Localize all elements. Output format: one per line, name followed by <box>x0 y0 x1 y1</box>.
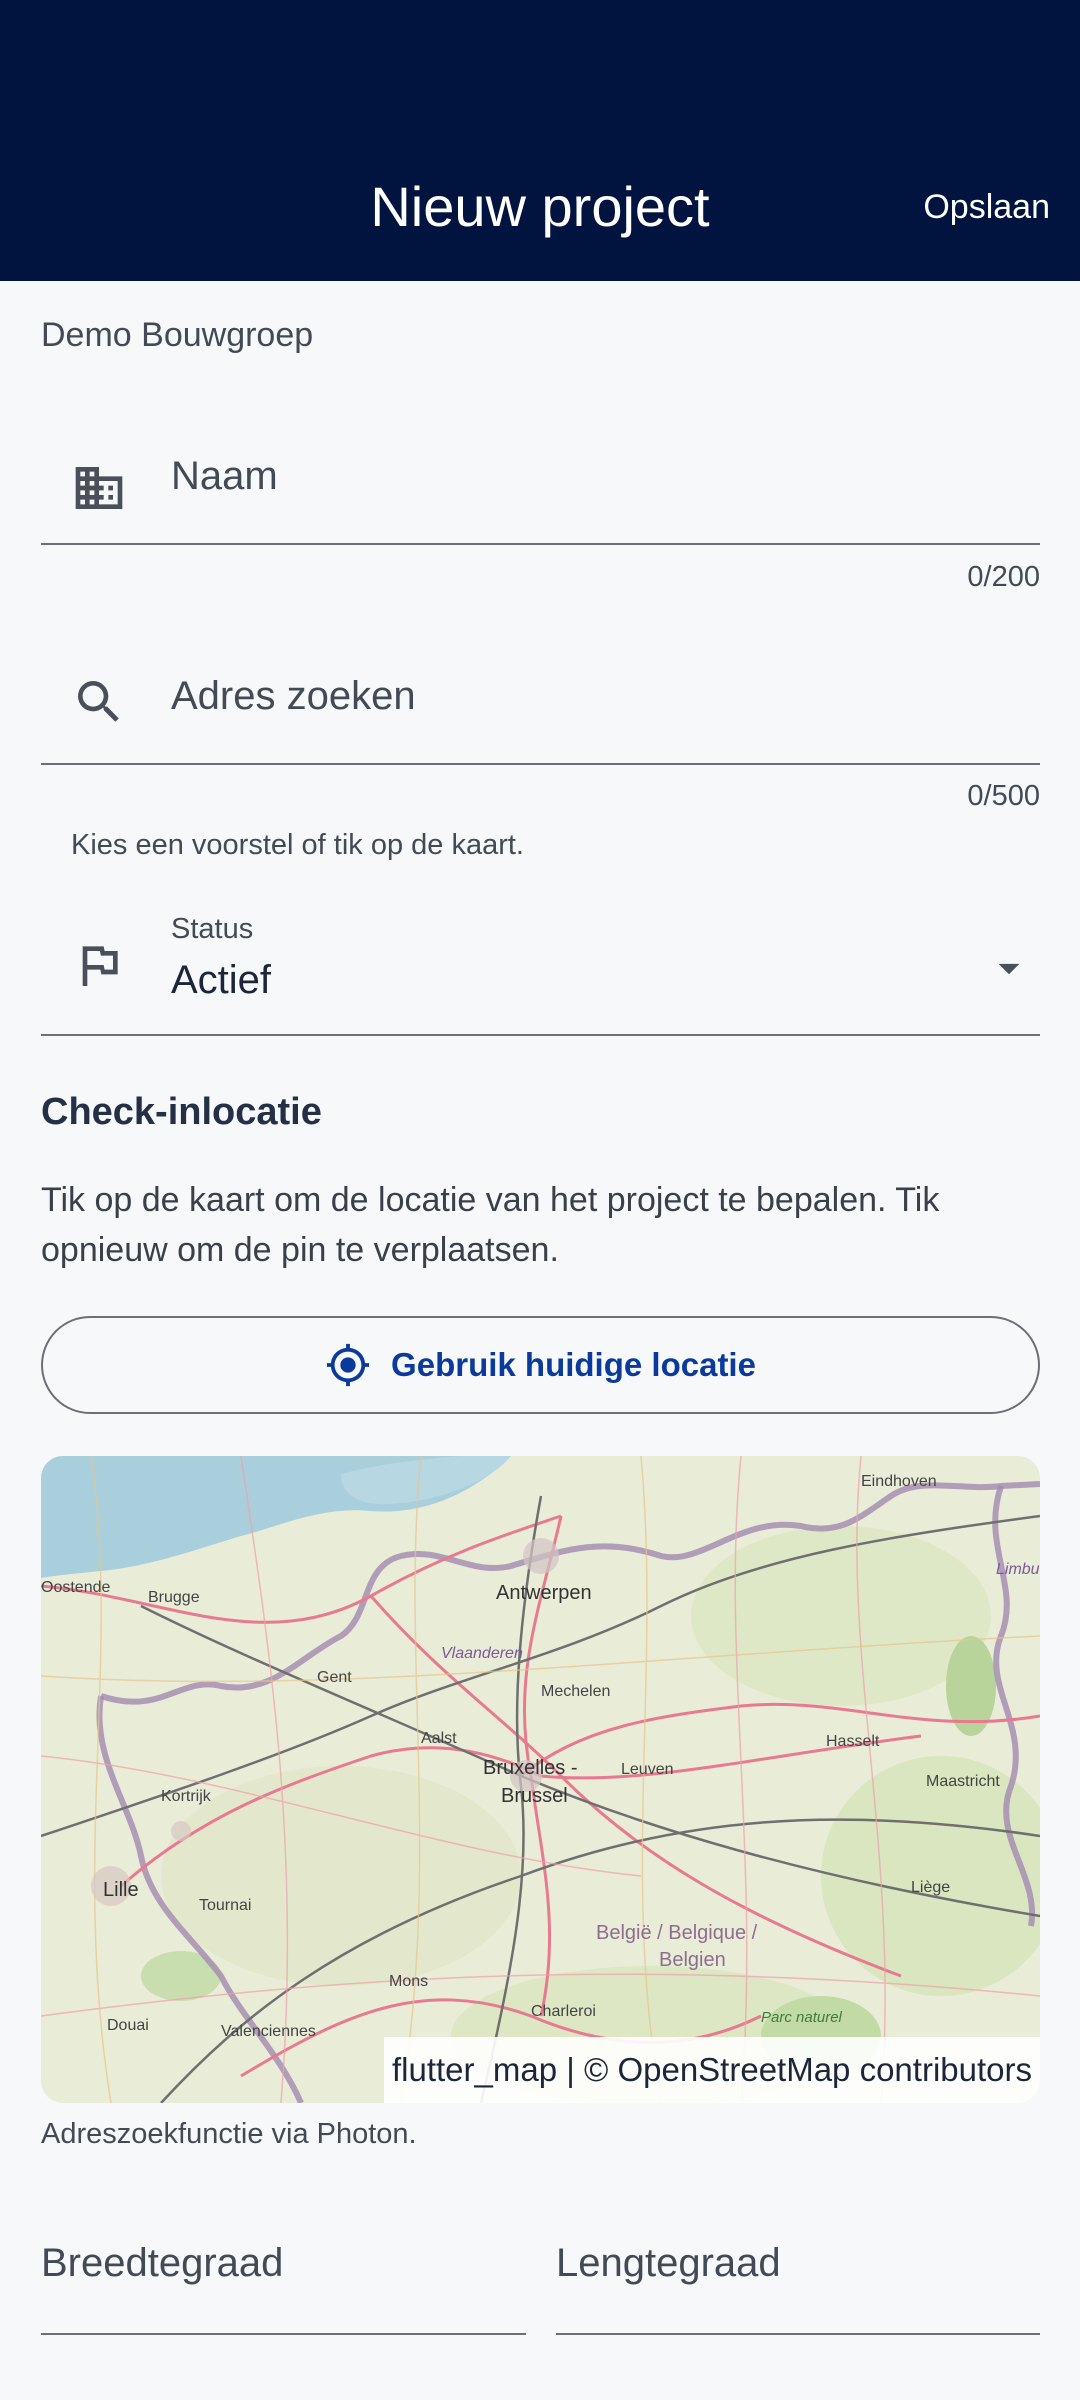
longitude-placeholder: Lengtegraad <box>556 2241 781 2285</box>
address-input-placeholder: Adres zoeken <box>171 674 416 718</box>
status-label: Status <box>171 913 254 945</box>
map-label: Mons <box>389 1973 428 1990</box>
my-location-icon <box>326 1343 370 1387</box>
map-label: Leuven <box>621 1761 674 1778</box>
use-current-location-label: Gebruik huidige locatie <box>391 1346 756 1383</box>
map-label: Charleroi <box>531 2003 596 2020</box>
map-label: Maastricht <box>926 1773 1000 1790</box>
save-button[interactable]: Opslaan <box>923 188 1050 227</box>
chevron-down-icon[interactable] <box>984 943 1034 993</box>
map-label: Oostende <box>41 1579 110 1596</box>
address-helper-text: Kies een voorstel of tik op de kaart. <box>71 829 524 861</box>
map-attribution: flutter_map | © OpenStreetMap contributo… <box>383 2037 1040 2103</box>
address-counter: 0/500 <box>967 780 1040 812</box>
map-tiles: Eindhoven Oostende Brugge Antwerpen Vlaa… <box>41 1456 1040 2103</box>
map-label: Brugge <box>148 1589 200 1606</box>
status-value: Actief <box>171 958 272 1002</box>
map-label: Vlaanderen <box>441 1645 523 1662</box>
map-label: Antwerpen <box>496 1582 592 1604</box>
app-bar: Nieuw project Opslaan <box>0 0 1080 281</box>
map-label: Eindhoven <box>861 1473 937 1490</box>
map-label: Hasselt <box>826 1733 880 1750</box>
map-label: Lille <box>103 1879 139 1901</box>
address-search-field[interactable]: Adres zoeken <box>41 650 1040 765</box>
geocoder-note: Adreszoekfunctie via Photon. <box>41 2118 417 2150</box>
name-input-placeholder: Naam <box>171 454 278 498</box>
building-icon <box>75 467 123 509</box>
map-label: Kortrijk <box>161 1788 212 1805</box>
map-label: Parc naturel <box>761 2009 843 2026</box>
latitude-field[interactable]: Breedtegraad <box>41 2195 526 2335</box>
map-label: Brussel <box>501 1785 568 1807</box>
map-label: Tournai <box>199 1897 251 1914</box>
map-label: Douai <box>107 2017 149 2034</box>
map-label: Limbu <box>996 1561 1040 1578</box>
search-icon <box>78 681 119 722</box>
flag-icon <box>82 946 118 986</box>
map-label: Belgien <box>659 1949 726 1971</box>
map-label: Liège <box>911 1879 950 1896</box>
map-label: Gent <box>317 1669 352 1686</box>
name-field[interactable]: Naam <box>41 430 1040 545</box>
organization-label: Demo Bouwgroep <box>41 316 314 354</box>
use-current-location-button[interactable]: Gebruik huidige locatie <box>41 1316 1040 1414</box>
map-label: Mechelen <box>541 1683 610 1700</box>
checkin-description: Tik op de kaart om de locatie van het pr… <box>41 1181 940 1269</box>
name-counter: 0/200 <box>967 561 1040 593</box>
map-label: Aalst <box>421 1730 457 1747</box>
map-view[interactable]: Eindhoven Oostende Brugge Antwerpen Vlaa… <box>41 1456 1040 2103</box>
page-title: Nieuw project <box>370 175 710 238</box>
map-label: Bruxelles - <box>483 1757 577 1779</box>
longitude-field[interactable]: Lengtegraad <box>556 2195 1040 2335</box>
latitude-placeholder: Breedtegraad <box>41 2241 284 2285</box>
checkin-section-title: Check-inlocatie <box>41 1091 322 1133</box>
map-label: Valenciennes <box>221 2023 316 2040</box>
map-label: België / Belgique / <box>596 1922 758 1944</box>
